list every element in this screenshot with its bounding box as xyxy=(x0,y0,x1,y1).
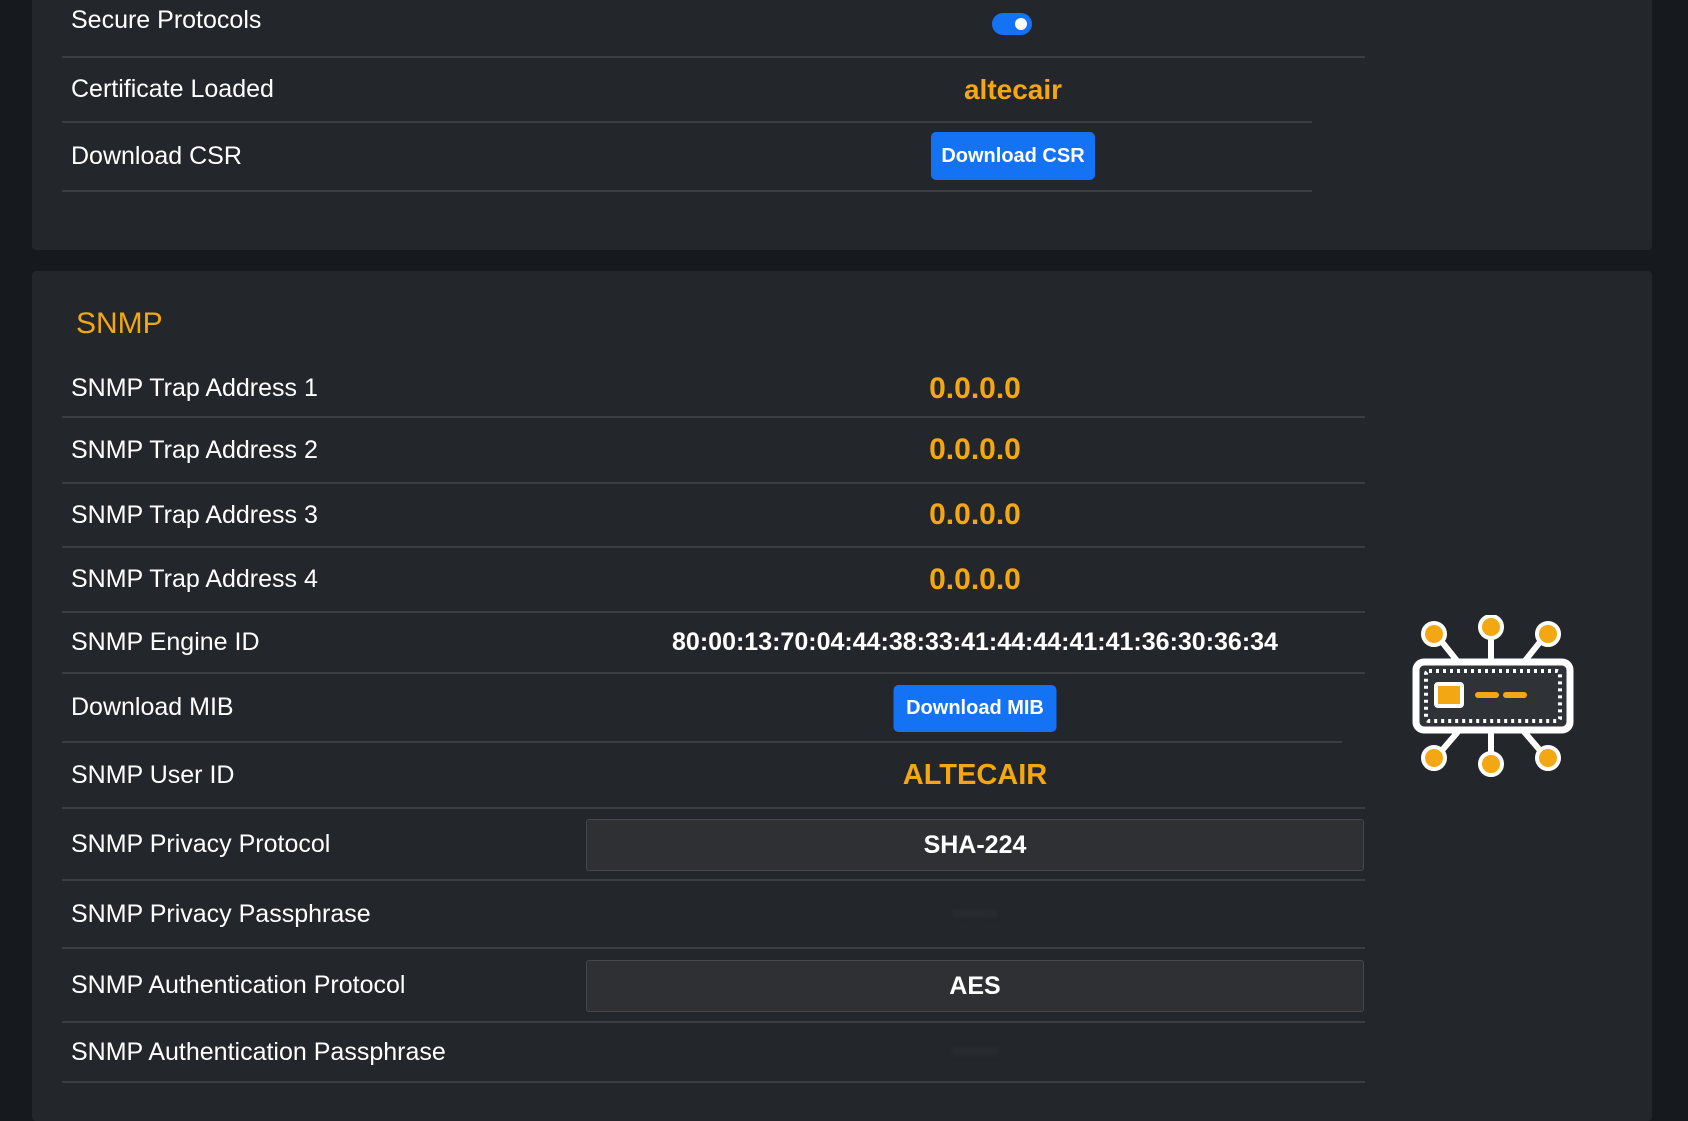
secure-protocols-label: Secure Protocols xyxy=(71,6,262,34)
snmp-trap-address-1-label: SNMP Trap Address 1 xyxy=(71,374,318,402)
download-mib-label: Download MIB xyxy=(71,693,234,721)
certificate-name-value: altecair xyxy=(963,73,1063,105)
snmp-user-id-value: ALTECAIR xyxy=(902,758,1048,791)
snmp-trap-address-2-value: 0.0.0.0 xyxy=(929,433,1021,466)
snmp-authentication-protocol-select[interactable]: AES xyxy=(586,960,1364,1012)
snmp-authentication-protocol-row: SNMP Authentication Protocol AES xyxy=(62,949,1365,1023)
snmp-privacy-protocol-row: SNMP Privacy Protocol SHA-224 xyxy=(62,809,1365,881)
snmp-trap-address-1-value: 0.0.0.0 xyxy=(929,371,1021,405)
snmp-section-title: SNMP xyxy=(76,307,163,340)
snmp-trap-address-2-row: SNMP Trap Address 2 0.0.0.0 xyxy=(62,418,1365,484)
snmp-privacy-passphrase-value[interactable]: •••••• xyxy=(952,901,998,927)
snmp-trap-address-4-label: SNMP Trap Address 4 xyxy=(71,565,318,593)
snmp-authentication-passphrase-value[interactable]: •••••• xyxy=(952,1039,998,1065)
snmp-privacy-protocol-select[interactable]: SHA-224 xyxy=(586,819,1364,871)
snmp-trap-address-4-row: SNMP Trap Address 4 0.0.0.0 xyxy=(62,548,1365,613)
snmp-trap-address-2-label: SNMP Trap Address 2 xyxy=(71,435,318,464)
snmp-engine-id-label: SNMP Engine ID xyxy=(71,628,260,656)
security-card: Secure Protocols Certificate Loaded alte… xyxy=(32,0,1652,250)
snmp-authentication-protocol-label: SNMP Authentication Protocol xyxy=(71,970,406,999)
download-csr-label: Download CSR xyxy=(71,142,242,170)
secure-protocols-toggle[interactable] xyxy=(992,13,1032,35)
download-csr-button[interactable]: Download CSR xyxy=(931,132,1095,180)
toggle-knob xyxy=(1015,18,1027,30)
snmp-privacy-protocol-label: SNMP Privacy Protocol xyxy=(71,829,331,858)
snmp-trap-address-1-row: SNMP Trap Address 1 0.0.0.0 xyxy=(62,361,1365,418)
certificate-loaded-label: Certificate Loaded xyxy=(71,75,274,103)
snmp-trap-address-3-value: 0.0.0.0 xyxy=(929,498,1021,531)
network-module-icon xyxy=(1412,615,1574,777)
snmp-trap-address-3-row: SNMP Trap Address 3 0.0.0.0 xyxy=(62,484,1365,548)
snmp-privacy-passphrase-label: SNMP Privacy Passphrase xyxy=(71,899,371,928)
download-csr-row: Download CSR Download CSR xyxy=(62,123,1312,192)
certificate-loaded-row: Certificate Loaded altecair xyxy=(62,58,1312,123)
snmp-privacy-passphrase-row: SNMP Privacy Passphrase •••••• xyxy=(62,881,1365,949)
snmp-card: SNMP SNMP Trap Address 1 0.0.0.0 SNMP Tr… xyxy=(32,271,1652,1121)
snmp-authentication-passphrase-row: SNMP Authentication Passphrase •••••• xyxy=(62,1023,1365,1083)
secure-protocols-row: Secure Protocols xyxy=(62,0,1365,58)
snmp-engine-id-value: 80:00:13:70:04:44:38:33:41:44:44:41:41:3… xyxy=(672,628,1278,656)
snmp-trap-address-3-label: SNMP Trap Address 3 xyxy=(71,500,318,529)
snmp-engine-id-row: SNMP Engine ID 80:00:13:70:04:44:38:33:4… xyxy=(62,613,1365,674)
download-mib-row: Download MIB Download MIB xyxy=(62,674,1342,743)
snmp-trap-address-4-value: 0.0.0.0 xyxy=(929,562,1021,596)
snmp-user-id-row: SNMP User ID ALTECAIR xyxy=(62,743,1365,809)
download-mib-button[interactable]: Download MIB xyxy=(893,685,1057,732)
snmp-user-id-label: SNMP User ID xyxy=(71,760,235,789)
snmp-authentication-passphrase-label: SNMP Authentication Passphrase xyxy=(71,1037,446,1066)
